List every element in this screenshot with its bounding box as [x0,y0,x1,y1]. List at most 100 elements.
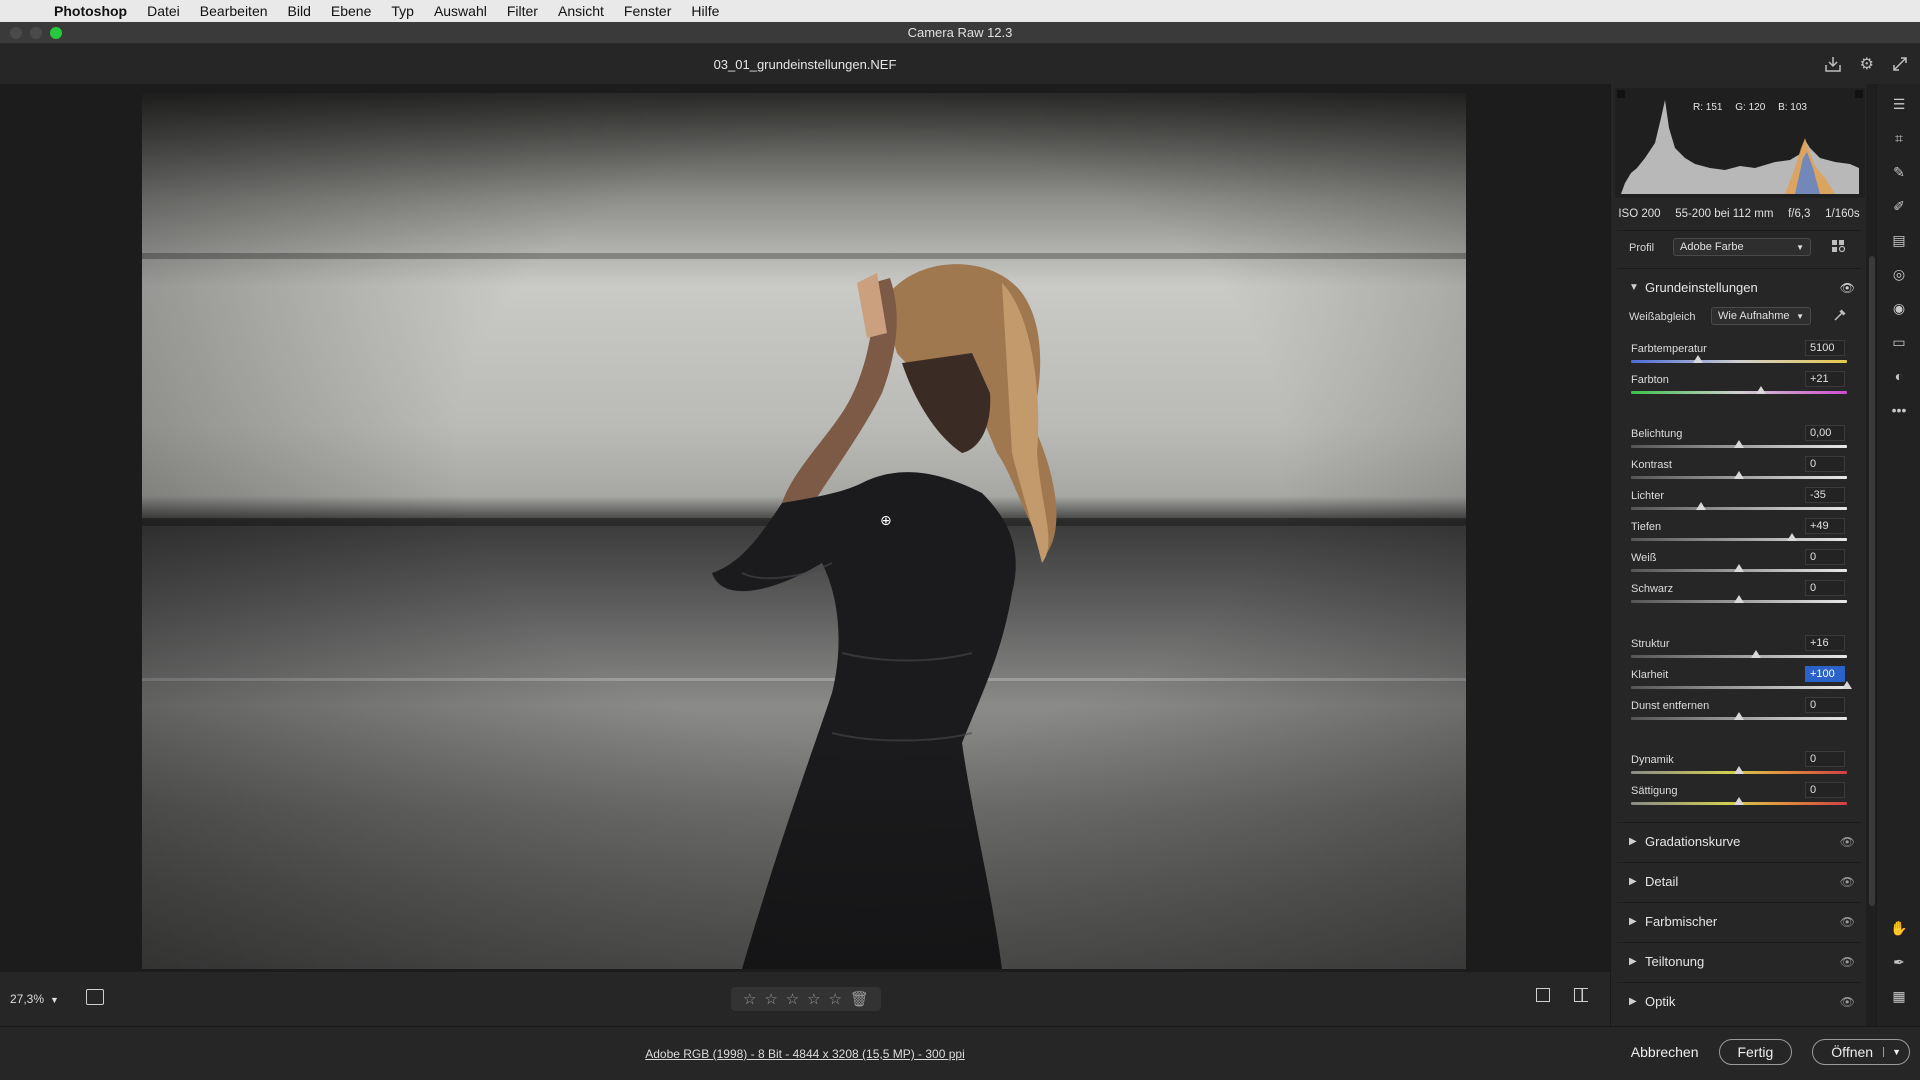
crop-icon[interactable]: ⌗ [1889,128,1909,148]
section-teiltonung[interactable]: ▶ Teiltonung 👁 [1629,954,1855,969]
star-2-icon[interactable]: ☆ [764,990,777,1008]
slider-value-input[interactable]: 0 [1805,751,1845,767]
zoom-window-button[interactable] [50,27,62,39]
slider-track[interactable] [1631,360,1847,363]
workflow-options-link[interactable]: Adobe RGB (1998) - 8 Bit - 4844 x 3208 (… [0,1047,1610,1061]
before-after-view-icon[interactable] [1574,988,1588,1002]
slider-value-input[interactable]: 0 [1805,782,1845,798]
snapshots-icon[interactable]: ▭ [1889,332,1909,352]
slider-track[interactable] [1631,538,1847,541]
eye-icon[interactable]: 👁 [1840,875,1855,889]
slider-value-input[interactable]: +49 [1805,518,1845,534]
slider-value-input[interactable]: -35 [1805,487,1845,503]
open-button[interactable]: Öffnen ▼ [1812,1039,1910,1065]
slider-track[interactable] [1631,686,1847,689]
slider-thumb[interactable] [1734,595,1744,603]
eye-icon[interactable]: 👁 [1840,281,1855,295]
slider-thumb[interactable] [1696,502,1707,510]
photo-preview[interactable] [142,93,1466,969]
close-window-button[interactable] [10,27,22,39]
healing-brush-icon[interactable]: ✎ [1889,162,1909,182]
color-sampler-icon[interactable]: ✒ [1889,952,1909,972]
menu-auswahl[interactable]: Auswahl [434,3,487,19]
slider-thumb[interactable] [1734,471,1744,479]
menu-app[interactable]: Photoshop [54,3,127,19]
red-eye-icon[interactable]: ◉ [1889,298,1909,318]
radial-filter-icon[interactable]: ◎ [1889,264,1909,284]
slider-value-input[interactable]: 0 [1805,549,1845,565]
section-farbmischer[interactable]: ▶ Farbmischer 👁 [1629,914,1855,929]
eye-icon[interactable]: 👁 [1840,995,1855,1009]
star-3-icon[interactable]: ☆ [786,990,799,1008]
grid-icon[interactable]: ▦ [1889,986,1909,1006]
star-4-icon[interactable]: ☆ [807,990,820,1008]
menu-typ[interactable]: Typ [391,3,414,19]
slider-value-input[interactable]: 0 [1805,697,1845,713]
slider-label: Farbton [1631,374,1669,386]
slider-value-input[interactable]: +16 [1805,635,1845,651]
slider-thumb[interactable] [1692,355,1703,363]
slider-value-input[interactable]: +21 [1805,371,1845,387]
eye-icon[interactable]: 👁 [1840,835,1855,849]
graduated-filter-icon[interactable]: ▤ [1889,230,1909,250]
menu-filter[interactable]: Filter [507,3,538,19]
profile-dropdown[interactable]: Adobe Farbe ▼ [1673,238,1811,256]
slider-value-input[interactable]: 0 [1805,456,1845,472]
menu-bearbeiten[interactable]: Bearbeiten [200,3,268,19]
menu-fenster[interactable]: Fenster [624,3,671,19]
star-5-icon[interactable]: ☆ [829,990,842,1008]
adjustment-brush-icon[interactable]: ✐ [1889,196,1909,216]
zoom-level-dropdown[interactable]: 27,3% ▼ [10,992,59,1006]
section-detail[interactable]: ▶ Detail 👁 [1629,874,1855,889]
slider-value-input[interactable]: +100 [1805,666,1845,682]
slider-thumb[interactable] [1842,681,1852,689]
filmstrip-icon[interactable] [86,989,104,1005]
menu-ebene[interactable]: Ebene [331,3,371,19]
chevron-down-icon[interactable]: ▼ [1883,1047,1901,1057]
slider-thumb[interactable] [1734,564,1744,572]
slider-thumb[interactable] [1751,650,1762,658]
slider-thumb[interactable] [1734,766,1744,774]
slider-thumb[interactable] [1786,533,1797,541]
slider-value-input[interactable]: 5100 [1805,340,1845,356]
done-button[interactable]: Fertig [1718,1039,1793,1065]
fullscreen-icon[interactable] [1892,54,1908,74]
section-optik[interactable]: ▶ Optik 👁 [1629,994,1855,1009]
gear-icon[interactable]: ⚙ [1860,54,1874,74]
slider-track[interactable] [1631,655,1847,658]
eye-icon[interactable]: 👁 [1840,955,1855,969]
more-icon[interactable]: ••• [1889,400,1909,420]
section-gradationskurve[interactable]: ▶ Gradationskurve 👁 [1629,834,1855,849]
slider-value-input[interactable]: 0,00 [1805,425,1845,441]
eyedropper-icon[interactable] [1833,308,1847,322]
menu-ansicht[interactable]: Ansicht [558,3,604,19]
slider-thumb[interactable] [1734,440,1744,448]
single-view-icon[interactable] [1536,988,1550,1002]
slider-track[interactable] [1631,391,1847,394]
chevron-down-icon: ▼ [1629,282,1639,293]
slider-label: Klarheit [1631,669,1669,681]
menu-bild[interactable]: Bild [288,3,311,19]
minimize-window-button[interactable] [30,27,42,39]
slider-thumb[interactable] [1734,797,1744,805]
presets-icon[interactable]: ◐ [1889,366,1909,386]
edit-sliders-icon[interactable]: ☰ [1889,94,1909,114]
save-image-icon[interactable] [1824,54,1842,74]
star-1-icon[interactable]: ☆ [743,990,756,1008]
slider-thumb[interactable] [1734,712,1744,720]
panel-scrollbar[interactable] [1869,256,1875,906]
trash-icon[interactable]: 🗑 [850,990,869,1008]
menu-hilfe[interactable]: Hilfe [691,3,719,19]
eye-icon[interactable]: 👁 [1840,915,1855,929]
image-canvas[interactable]: ⊕ [0,84,1610,972]
section-grundeinstellungen[interactable]: ▼ Grundeinstellungen 👁 [1629,280,1855,295]
menu-datei[interactable]: Datei [147,3,180,19]
slider-track[interactable] [1631,507,1847,510]
slider-value-input[interactable]: 0 [1805,580,1845,596]
white-balance-dropdown[interactable]: Wie Aufnahme ▼ [1711,307,1811,325]
slider-thumb[interactable] [1755,386,1766,394]
profile-browser-icon[interactable] [1831,239,1847,253]
cancel-button[interactable]: Abbrechen [1631,1040,1699,1064]
hand-icon[interactable]: ✋ [1889,918,1909,938]
divider [1617,822,1861,823]
